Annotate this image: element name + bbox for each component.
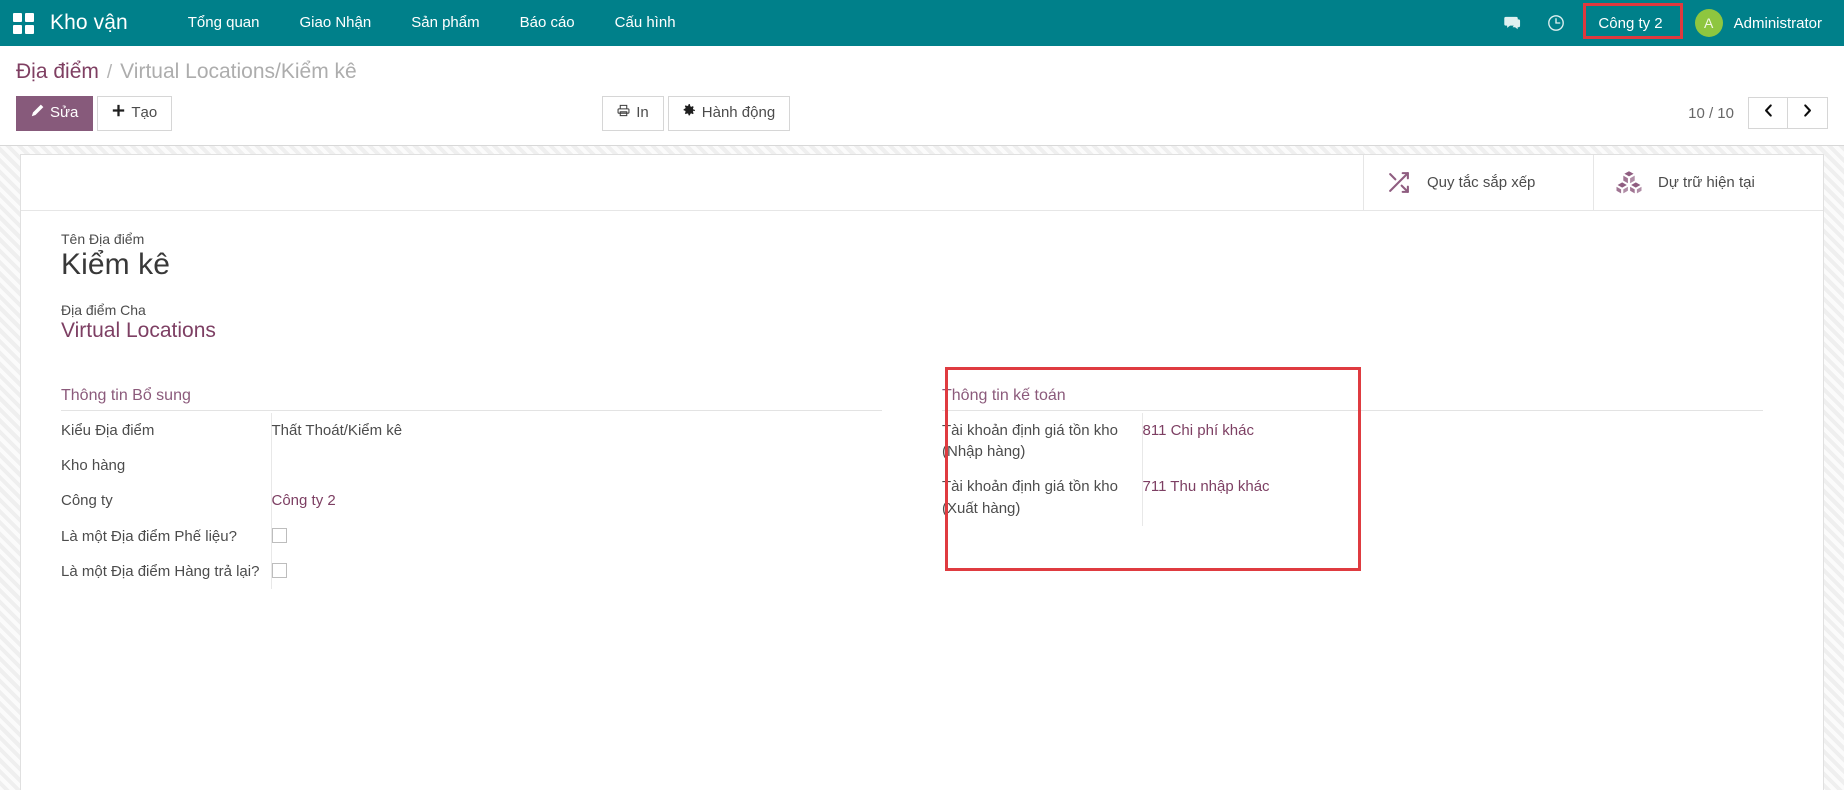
field-label-is-scrap-location: Là một Địa điểm Phế liệu? (61, 519, 271, 554)
pager: 10 / 10 (1688, 97, 1828, 129)
control-panel-buttons: Sửa Tạo In (0, 88, 1844, 145)
edit-button-label: Sửa (50, 104, 78, 123)
apps-grid-icon[interactable] (6, 0, 40, 46)
checkbox-is-return-location[interactable] (272, 563, 287, 578)
stat-button-putaway-rules[interactable]: Quy tắc sắp xếp (1363, 155, 1593, 210)
top-navbar: Kho vận Tổng quan Giao Nhận Sản phẩm Báo… (0, 0, 1844, 46)
field-label-warehouse: Kho hàng (61, 448, 271, 483)
edit-button[interactable]: Sửa (16, 96, 93, 131)
stat-button-current-stock[interactable]: Dự trữ hiện tại (1593, 155, 1823, 210)
field-value-warehouse[interactable] (271, 448, 882, 483)
menu-item-giao-nhan[interactable]: Giao Nhận (280, 0, 392, 46)
pager-next-button[interactable] (1788, 97, 1828, 129)
field-row-location-type: Kiểu Địa điểm Thất Thoát/Kiểm kê (61, 413, 882, 448)
menu-item-bao-cao[interactable]: Báo cáo (500, 0, 595, 46)
create-button[interactable]: Tạo (97, 96, 172, 131)
stat-button-bar: Quy tắc sắp xếp Dự tr (21, 155, 1823, 211)
field-label-is-return-location: Là một Địa điểm Hàng trả lại? (61, 554, 271, 589)
control-panel: Địa điểm / Virtual Locations/Kiểm kê Sửa (0, 46, 1844, 146)
field-value-stock-valuation-account-in[interactable]: 811 Chi phí khác (1142, 413, 1763, 470)
menu-item-tong-quan[interactable]: Tổng quan (168, 0, 280, 46)
company-switcher[interactable]: Công ty 2 (1588, 12, 1672, 35)
user-menu[interactable]: A Administrator (1681, 9, 1830, 37)
clock-icon[interactable] (1534, 0, 1578, 46)
printer-icon (617, 104, 630, 123)
company-switcher-label[interactable]: Công ty 2 (1588, 12, 1672, 35)
group-accounting-information-title: Thông tin kế toán (942, 387, 1763, 411)
form-view-background: Quy tắc sắp xếp Dự tr (0, 146, 1844, 790)
pencil-icon (31, 104, 44, 123)
plus-icon (112, 104, 125, 123)
parent-location-value[interactable]: Virtual Locations (61, 319, 1783, 343)
checkbox-is-scrap-location[interactable] (272, 528, 287, 543)
avatar: A (1695, 9, 1723, 37)
form-sheet: Quy tắc sắp xếp Dự tr (20, 154, 1824, 790)
group-accounting-information: Thông tin kế toán Tài khoản định giá tồn… (922, 387, 1783, 589)
additional-information-fields: Kiểu Địa điểm Thất Thoát/Kiểm kê Kho hàn… (61, 413, 882, 589)
group-additional-information-title: Thông tin Bổ sung (61, 387, 882, 411)
group-additional-information: Thông tin Bổ sung Kiểu Địa điểm Thất Tho… (61, 387, 922, 589)
cubes-icon (1616, 169, 1642, 195)
field-row-is-return-location: Là một Địa điểm Hàng trả lại? (61, 554, 882, 589)
stat-button-current-stock-label: Dự trữ hiện tại (1658, 174, 1755, 191)
location-name-value[interactable]: Kiểm kê (61, 248, 1783, 282)
breadcrumb-current: Virtual Locations/Kiểm kê (120, 60, 357, 84)
location-name-label: Tên Địa điểm (61, 231, 1783, 247)
field-value-stock-valuation-account-out[interactable]: 711 Thu nhập khác (1142, 469, 1763, 526)
menu-item-san-pham[interactable]: Sản phẩm (391, 0, 499, 46)
form-body: Tên Địa điểm Kiểm kê Địa điểm Cha Virtua… (21, 211, 1823, 589)
action-button-label: Hành động (702, 104, 775, 123)
record-actions-group: Sửa Tạo (16, 96, 172, 131)
breadcrumb: Địa điểm / Virtual Locations/Kiểm kê (0, 46, 1844, 88)
field-value-is-scrap-location (271, 519, 882, 554)
field-value-location-type[interactable]: Thất Thoát/Kiểm kê (271, 413, 882, 448)
print-button[interactable]: In (602, 96, 664, 131)
field-row-company: Công ty Công ty 2 (61, 483, 882, 518)
field-row-stock-valuation-account-out: Tài khoản định giá tồn kho (Xuất hàng) 7… (942, 469, 1763, 526)
create-button-label: Tạo (131, 104, 157, 123)
pager-previous-button[interactable] (1748, 97, 1788, 129)
stat-button-putaway-rules-label: Quy tắc sắp xếp (1427, 174, 1535, 191)
field-row-is-scrap-location: Là một Địa điểm Phế liệu? (61, 519, 882, 554)
parent-location-label: Địa điểm Cha (61, 302, 1783, 318)
field-row-stock-valuation-account-in: Tài khoản định giá tồn kho (Nhập hàng) 8… (942, 413, 1763, 470)
main-menu: Tổng quan Giao Nhận Sản phẩm Báo cáo Cấu… (168, 0, 696, 46)
chat-bubble-icon[interactable] (1489, 0, 1534, 46)
print-button-label: In (636, 104, 649, 123)
navbar-right-section: Công ty 2 A Administrator (1489, 0, 1844, 46)
field-label-location-type: Kiểu Địa điểm (61, 413, 271, 448)
field-row-warehouse: Kho hàng (61, 448, 882, 483)
shuffle-icon (1386, 170, 1411, 195)
menu-item-cau-hinh[interactable]: Cấu hình (595, 0, 696, 46)
field-label-stock-valuation-account-out: Tài khoản định giá tồn kho (Xuất hàng) (942, 469, 1142, 526)
field-label-stock-valuation-account-in: Tài khoản định giá tồn kho (Nhập hàng) (942, 413, 1142, 470)
field-value-is-return-location (271, 554, 882, 589)
extra-actions-group: In Hành động (602, 96, 790, 131)
field-label-company: Công ty (61, 483, 271, 518)
user-menu-label[interactable]: Administrator (1734, 15, 1822, 32)
gear-icon (683, 104, 696, 123)
field-value-company[interactable]: Công ty 2 (271, 483, 882, 518)
pager-count[interactable]: 10 / 10 (1688, 105, 1734, 122)
form-groups: Thông tin Bổ sung Kiểu Địa điểm Thất Tho… (61, 387, 1783, 589)
accounting-information-fields: Tài khoản định giá tồn kho (Nhập hàng) 8… (942, 413, 1763, 526)
app-brand-name[interactable]: Kho vận (50, 11, 128, 35)
action-button[interactable]: Hành động (668, 96, 790, 131)
breadcrumb-root[interactable]: Địa điểm (16, 60, 99, 84)
breadcrumb-separator: / (107, 62, 112, 84)
chevron-left-icon (1762, 103, 1775, 123)
chevron-right-icon (1801, 103, 1814, 123)
